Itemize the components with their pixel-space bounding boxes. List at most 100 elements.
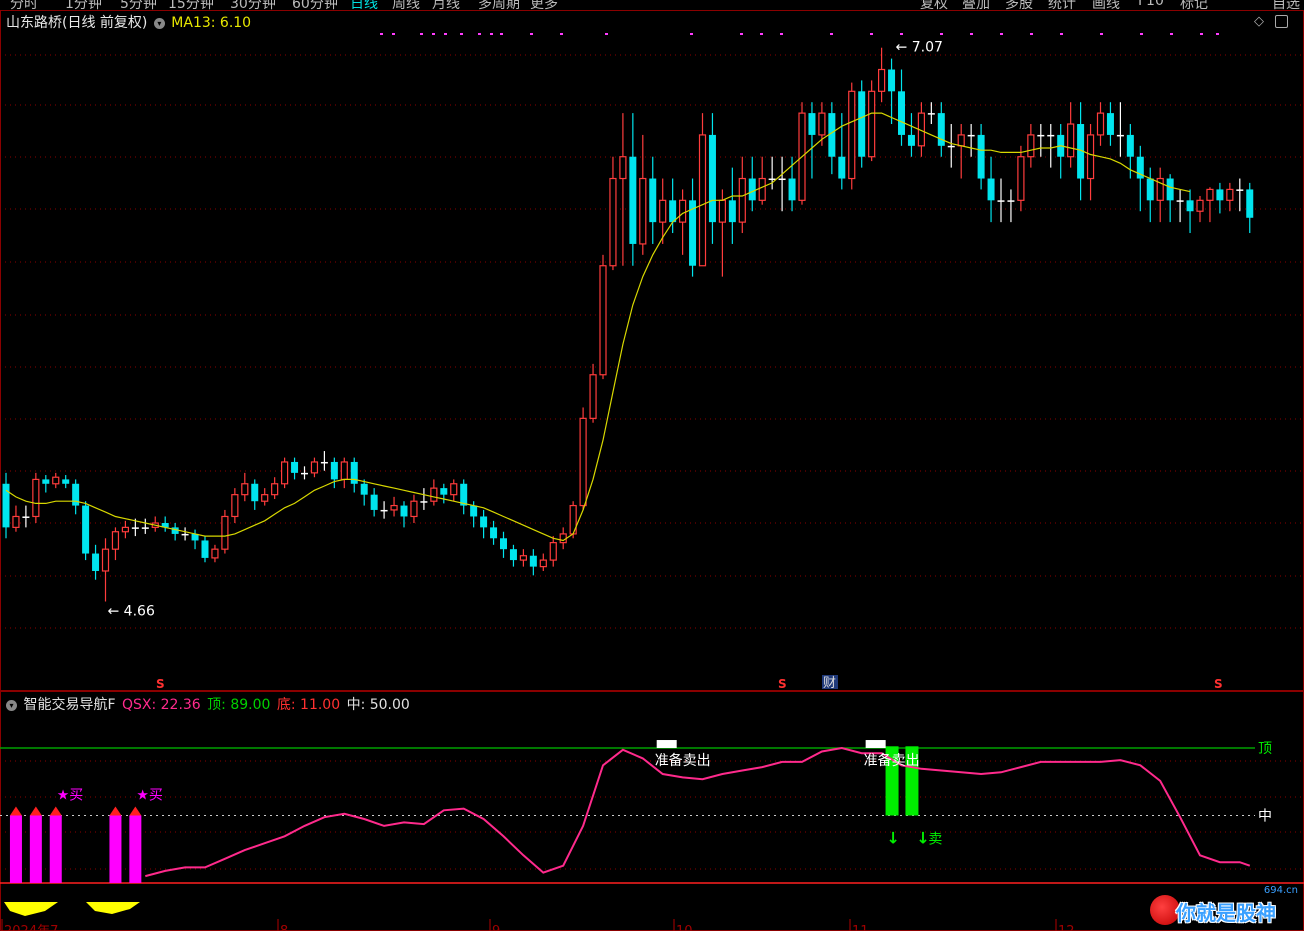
signal-mark — [420, 33, 423, 35]
buy-arrow-icon — [49, 806, 62, 816]
period-tab-9[interactable]: 多周期 — [478, 0, 520, 10]
ma13-label: MA13: 6.10 — [171, 15, 252, 31]
candle-body — [708, 134, 716, 223]
candle-body — [629, 156, 637, 244]
candle-body — [430, 487, 438, 502]
toolbar-button-2[interactable]: 多股 — [1005, 0, 1033, 10]
candle-body — [559, 533, 567, 544]
candle-body — [539, 559, 547, 568]
candle-body — [639, 177, 647, 245]
candle-body — [470, 505, 478, 517]
period-tab-7[interactable]: 周线 — [392, 0, 420, 10]
signal-mark — [830, 33, 833, 35]
toolbar-button-6[interactable]: 标记 — [1180, 0, 1208, 10]
candle-body — [370, 494, 378, 510]
candle-body — [52, 476, 60, 485]
signal-mark — [1000, 33, 1003, 35]
candle-body — [251, 483, 259, 502]
buy-bar — [29, 815, 42, 883]
x-axis-label: 9 — [492, 924, 500, 931]
signal-mark — [460, 33, 463, 35]
stock-title: 山东路桥(日线 前复权) — [6, 15, 148, 31]
candle-body — [221, 515, 229, 550]
candle-body — [947, 145, 955, 148]
toolbar-button-4[interactable]: 画线 — [1092, 0, 1120, 10]
candle-body — [340, 461, 348, 481]
candle-body — [420, 501, 428, 503]
period-tab-4[interactable]: 30分钟 — [230, 0, 276, 10]
candle-body — [1047, 134, 1055, 137]
period-tab-2[interactable]: 5分钟 — [120, 0, 157, 10]
toolbar-button-7[interactable]: 自选 — [1272, 0, 1300, 10]
toolbar-button-3[interactable]: 统计 — [1048, 0, 1076, 10]
signal-mark — [444, 33, 447, 35]
period-tab-3[interactable]: 15分钟 — [168, 0, 214, 10]
restore-square-icon[interactable] — [1275, 15, 1288, 28]
period-tab-1[interactable]: 1分钟 — [65, 0, 102, 10]
candle-body — [82, 505, 90, 554]
candle-body — [748, 178, 756, 201]
candle-body — [718, 199, 727, 223]
candle-body — [1037, 134, 1045, 137]
candle-body — [898, 91, 905, 135]
candle-body — [549, 542, 557, 561]
buy-bar — [109, 815, 122, 883]
bottom-area — [86, 902, 140, 914]
buy-bar — [49, 815, 62, 883]
candle-body — [1007, 200, 1015, 202]
high-price-label: ← 7.07 — [896, 40, 943, 56]
settings-circle-icon[interactable]: ▾ — [153, 18, 165, 29]
sell-arrow-icon: ↓ — [887, 829, 900, 848]
candle-body — [231, 494, 239, 518]
toolbar-button-0[interactable]: 复权 — [920, 0, 948, 10]
period-tab-8[interactable]: 月线 — [432, 0, 460, 10]
candle-body — [967, 134, 975, 137]
candle-body — [987, 178, 995, 201]
signal-mark — [970, 33, 973, 35]
candle-body — [738, 177, 746, 223]
candle-body — [907, 134, 915, 146]
candle-body — [997, 200, 1005, 202]
expand-diamond-icon[interactable]: ◇ — [1254, 14, 1264, 29]
candle-body — [141, 527, 149, 529]
candle-body — [101, 548, 110, 572]
candle-body — [241, 483, 249, 496]
signal-mark — [560, 33, 563, 35]
toolbar-button-5[interactable]: F10 — [1138, 0, 1164, 9]
event-s-marker: S — [778, 677, 787, 691]
indicator-legend: ▾ 智能交易导航F QSX: 22.36 顶: 89.00 底: 11.00 中… — [6, 694, 412, 714]
candle-body — [509, 549, 517, 561]
candle-body — [291, 461, 299, 473]
kline-chart: ← 7.07 ← 4.66 S S S 财 — [0, 10, 1304, 691]
candle-body — [1067, 123, 1075, 158]
toolbar-button-1[interactable]: 叠加 — [962, 0, 990, 10]
buy-arrow-icon — [109, 806, 122, 816]
prepare-sell-mark — [656, 740, 677, 749]
candle-body — [1216, 189, 1224, 201]
signal-mark — [1170, 33, 1173, 35]
period-tab-10[interactable]: 更多 — [530, 0, 558, 10]
period-tab-5[interactable]: 60分钟 — [292, 0, 338, 10]
period-tab-6[interactable]: 日线 — [350, 0, 378, 10]
indicator-settings-icon[interactable]: ▾ — [6, 700, 17, 711]
candle-body — [1106, 113, 1114, 135]
prepare-sell-label: 准备卖出 — [655, 752, 711, 769]
candle-body — [92, 553, 100, 571]
candle-body — [201, 540, 209, 558]
candle-body — [62, 479, 70, 484]
signal-mark — [605, 33, 608, 35]
signal-mark — [500, 33, 503, 35]
candle-body — [848, 90, 856, 180]
candle-body — [609, 177, 617, 267]
candle-body — [649, 178, 657, 223]
buy-label: ★买 — [136, 788, 163, 804]
bottom-value: 底: 11.00 — [276, 697, 341, 713]
x-axis-label: 8 — [280, 924, 288, 931]
candle-body — [42, 479, 50, 484]
period-tab-0[interactable]: 分时 — [10, 0, 38, 10]
x-axis-label: 2024年7 — [4, 924, 58, 931]
main-legend: 山东路桥(日线 前复权) ▾ MA13: 6.10 — [6, 12, 253, 32]
signal-mark — [1216, 33, 1219, 35]
candle-body — [788, 178, 796, 201]
signal-mark — [900, 33, 903, 35]
